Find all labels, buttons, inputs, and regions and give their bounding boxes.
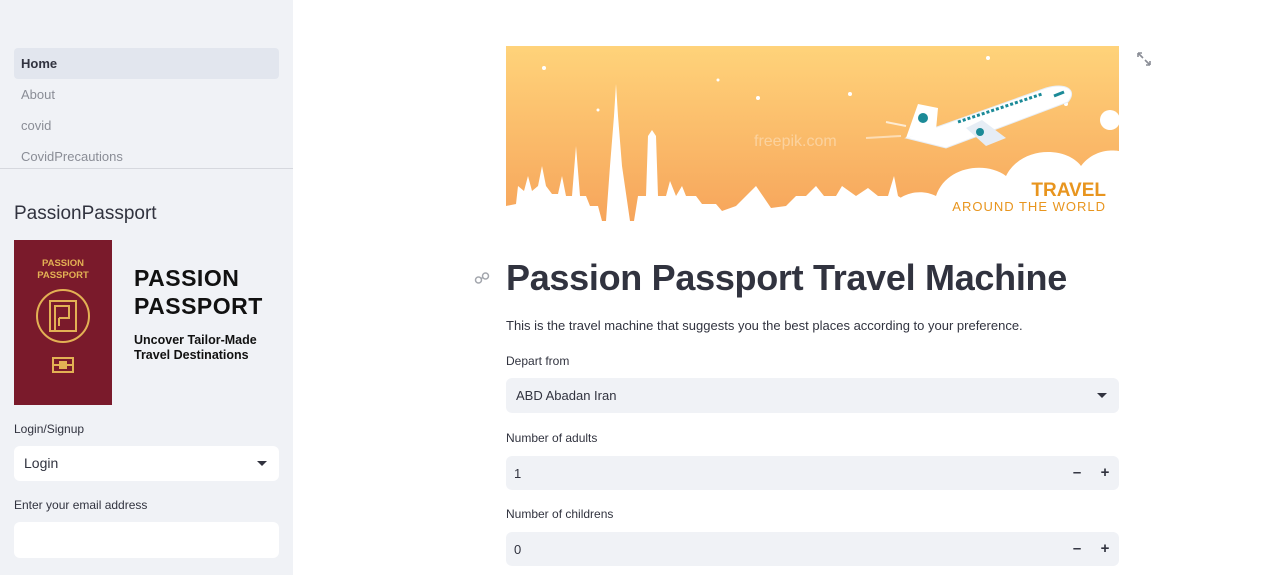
brand-name-line1: PASSION [134, 265, 240, 291]
login-signup-select[interactable]: Login [14, 446, 279, 481]
adults-plus-icon[interactable]: + [1091, 456, 1119, 490]
brand-tagline: Uncover Tailor-Made Travel Destinations [134, 333, 257, 363]
sidebar-app-title: PassionPassport [14, 203, 157, 224]
adults-label: Number of adults [506, 431, 598, 445]
login-signup-label: Login/Signup [14, 422, 85, 436]
chevron-down-icon [257, 461, 267, 466]
link-icon[interactable] [474, 270, 490, 286]
depart-label: Depart from [506, 354, 570, 368]
depart-value: ABD Abadan Iran [516, 388, 617, 403]
passport-chip-icon [52, 357, 74, 373]
fullscreen-icon[interactable] [1136, 51, 1152, 67]
chevron-down-icon [1097, 393, 1107, 398]
children-plus-icon[interactable]: + [1091, 532, 1119, 566]
brand-logo: PASSION PASSPORT PASSION PASSPORT Uncove… [14, 240, 279, 405]
passport-emblem-icon [36, 289, 90, 343]
sidebar: Home About covid CovidPrecautions Passio… [0, 0, 293, 575]
adults-input[interactable] [506, 456, 1046, 490]
login-signup-value: Login [24, 455, 59, 471]
depart-select[interactable]: ABD Abadan Iran [506, 378, 1119, 413]
adults-stepper: – + [506, 456, 1119, 490]
brand-name-line2: PASSPORT [134, 293, 263, 319]
passport-cover-line1: PASSION [41, 258, 85, 269]
banner-around-text: AROUND THE WORLD [952, 199, 1106, 214]
children-label: Number of childrens [506, 507, 614, 521]
children-minus-icon[interactable]: – [1063, 532, 1091, 566]
passport-cover-line2: PASSPORT [37, 270, 89, 281]
travel-banner-illustration: freepik.com TRAVEL AROUND THE WORLD [506, 46, 1119, 227]
email-label: Enter your email address [14, 498, 148, 512]
sidebar-item-home[interactable]: Home [14, 48, 279, 79]
intro-text: This is the travel machine that suggests… [506, 318, 1023, 333]
children-input[interactable] [506, 532, 1046, 566]
banner-travel-text: TRAVEL [1031, 180, 1106, 201]
sidebar-item-covid[interactable]: covid [14, 110, 279, 141]
sidebar-nav: Home About covid CovidPrecautions [14, 48, 279, 172]
email-field[interactable] [14, 522, 279, 558]
banner-watermark: freepik.com [754, 133, 837, 150]
brand-tagline-line2: Travel Destinations [134, 348, 249, 362]
adults-minus-icon[interactable]: – [1063, 456, 1091, 490]
brand-name: PASSION PASSPORT [134, 264, 263, 320]
brand-tagline-line1: Uncover Tailor-Made [134, 333, 257, 347]
sidebar-item-about[interactable]: About [14, 79, 279, 110]
banner-image: freepik.com TRAVEL AROUND THE WORLD [506, 46, 1119, 227]
passport-cover-text: PASSION PASSPORT [14, 258, 112, 282]
page-title: Passion Passport Travel Machine [506, 257, 1067, 298]
passport-cover: PASSION PASSPORT [14, 240, 112, 405]
children-stepper: – + [506, 532, 1119, 566]
sidebar-divider [0, 168, 293, 169]
